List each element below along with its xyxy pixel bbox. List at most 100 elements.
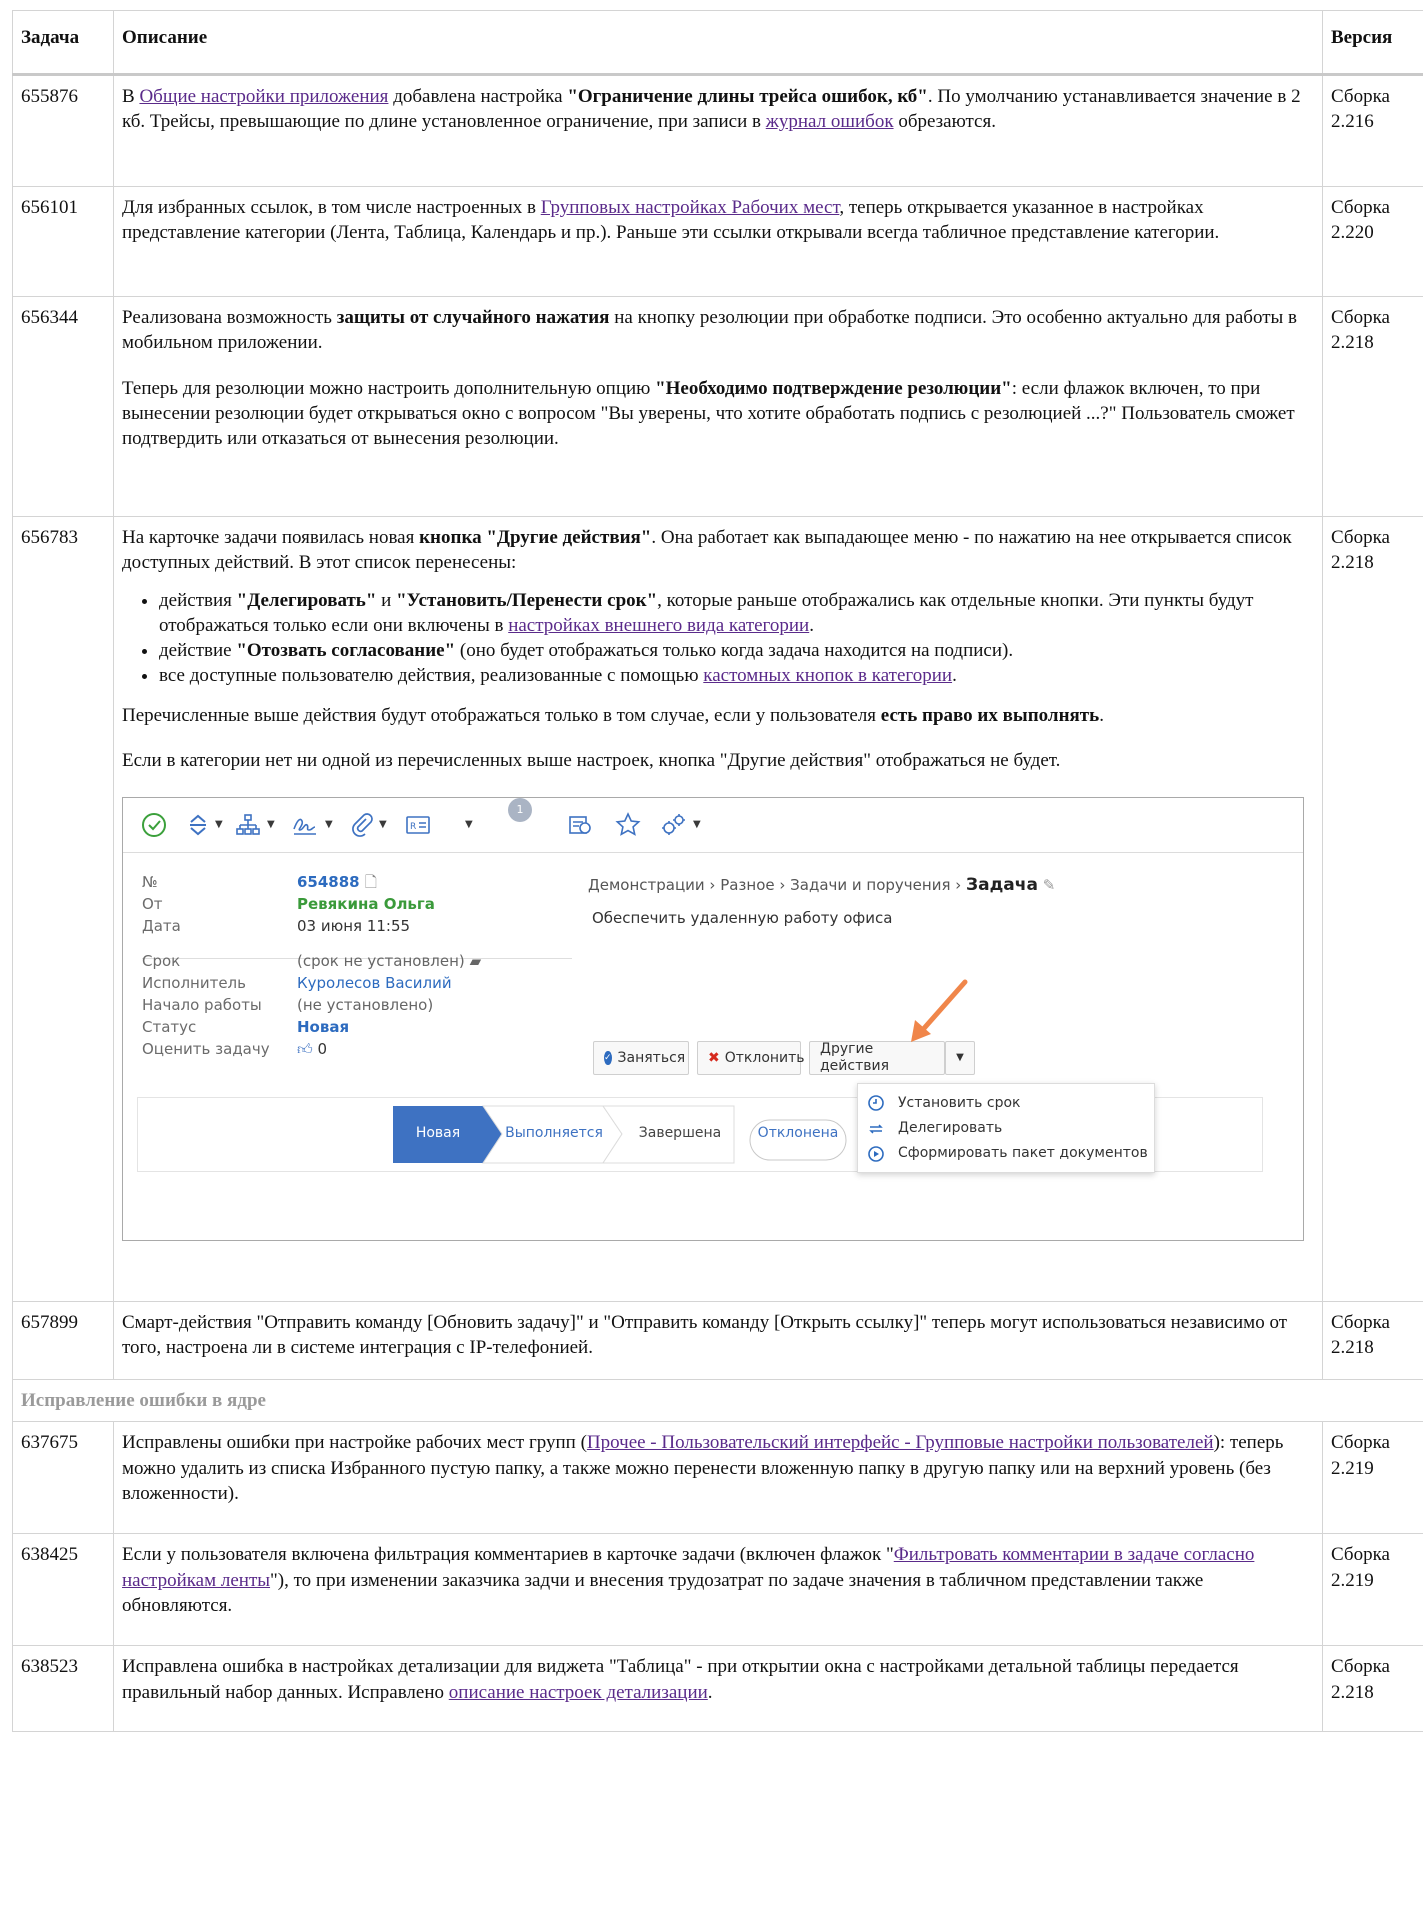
task-id: 657899 [12, 1301, 114, 1381]
table-row: 638523 Исправлена ошибка в настройках де… [12, 1645, 1423, 1733]
status-value: Новая [297, 1018, 350, 1037]
chevron-down-icon: ▼ [215, 819, 223, 831]
field-label: Оценить задачу [142, 1040, 270, 1059]
settings-gear-icon[interactable]: ▼ [659, 810, 701, 840]
edit-pencil-icon[interactable]: ✎ [1043, 876, 1056, 894]
release-notes-table: Задача Описание Версия 655876 В Общие на… [12, 10, 1423, 1733]
text: На карточке задачи появилась новая [122, 527, 420, 548]
text: Теперь для резолюции можно настроить доп… [122, 377, 656, 399]
section-row: Исправление ошибки в ядре [12, 1379, 1423, 1423]
list-item: все доступные пользователю действия, реа… [159, 663, 1314, 688]
menu-item-set-deadline[interactable]: Установить срок [898, 1095, 1021, 1112]
header-version: Версия [1322, 10, 1423, 76]
version: Сборка 2.218 [1322, 1301, 1423, 1381]
description: Исправлены ошибки при настройке рабочих … [113, 1421, 1323, 1535]
breadcrumb-path[interactable]: Демонстрации › Разное › Задачи и поручен… [588, 876, 961, 894]
text: действия [159, 589, 237, 611]
notification-badge: 1 [508, 798, 532, 823]
breadcrumb: Демонстрации › Разное › Задачи и поручен… [588, 875, 1055, 895]
text: действие [159, 640, 237, 662]
chevron-down-icon: ▼ [956, 1052, 964, 1064]
check-icon: ✓ [604, 1051, 612, 1066]
menu-item-delegate[interactable]: Делегировать [898, 1120, 1002, 1137]
x-icon: ✖ [708, 1049, 720, 1066]
task-number[interactable]: 654888 🗋 [297, 873, 377, 891]
text: и [376, 589, 397, 611]
version: Сборка 2.219 [1322, 1533, 1423, 1647]
app-settings-link[interactable]: Общие настройки приложения [139, 86, 388, 107]
text: добавлена настройка [388, 86, 568, 107]
version: Сборка 2.219 [1322, 1421, 1423, 1535]
task-id: 637675 [12, 1421, 114, 1535]
task-id: 638425 [12, 1533, 114, 1647]
deadline-text: (срок не установлен) [297, 952, 465, 971]
chevron-down-icon: ▼ [325, 819, 333, 831]
description: Реализована возможность защиты от случай… [113, 296, 1323, 517]
field-label: От [142, 895, 163, 914]
signature-icon[interactable]: ▼ [291, 810, 333, 840]
chevron-down-icon: ▼ [267, 819, 275, 831]
group-user-settings-link[interactable]: Прочее - Пользовательский интерфейс - Гр… [587, 1432, 1214, 1453]
bold-text: "Ограничение длины трейса ошибок, кб" [567, 86, 928, 107]
rating-value: 0 [317, 1040, 328, 1059]
bold-text: кнопка "Другие действия" [419, 527, 652, 548]
task-number-value: 654888 [297, 873, 360, 892]
version: Сборка 2.218 [1322, 296, 1423, 517]
stage-label: Завершена [638, 1125, 722, 1142]
field-label: Дата [142, 917, 181, 936]
task-card-screenshot: ▼ ▼ ▼ ▼ R ▼ 1 ▼ № 654888 🗋 От Ревякина О… [122, 797, 1304, 1242]
version: Сборка 2.218 [1322, 1645, 1423, 1733]
table-row: 655876 В Общие настройки приложения доба… [12, 74, 1423, 187]
take-button[interactable]: ✓ Заняться [593, 1041, 689, 1076]
executor-name[interactable]: Куролесов Василий [297, 974, 452, 992]
group-workspace-settings-link[interactable]: Групповых настройках Рабочих мест [541, 197, 840, 218]
field-label: Начало работы [142, 996, 262, 1015]
calendar-icon[interactable] [567, 810, 593, 840]
author-name[interactable]: Ревякина Ольга [297, 895, 435, 913]
star-icon[interactable] [615, 810, 641, 840]
description: Для избранных ссылок, в том числе настро… [113, 186, 1323, 297]
date-value: 03 июня 11:55 [297, 917, 411, 936]
menu-item-document-package[interactable]: Сформировать пакет документов [898, 1145, 1148, 1162]
bold-text: "Отозвать согласование" [236, 640, 456, 662]
table-row: 656344 Реализована возможность защиты от… [12, 296, 1423, 517]
text: "), то при изменении заказчика задчи и в… [122, 1569, 1204, 1616]
table-row: 637675 Исправлены ошибки при настройке р… [12, 1421, 1423, 1535]
text: . [707, 1681, 713, 1703]
chevron-down-icon: ▼ [379, 819, 387, 831]
hierarchy-icon[interactable]: ▼ [235, 810, 275, 840]
text: Реализована возможность [122, 307, 337, 328]
category-appearance-link[interactable]: настройках внешнего вида категории [508, 615, 809, 636]
detail-settings-link[interactable]: описание настроек детализации [449, 1682, 708, 1703]
section-title: Исправление ошибки в ядре [12, 1379, 1423, 1423]
error-log-link[interactable]: журнал ошибок [766, 111, 894, 132]
play-circle-icon [867, 1145, 885, 1163]
description: Исправлена ошибка в настройках детализац… [113, 1645, 1323, 1733]
text: . [809, 614, 814, 636]
svg-text:R: R [410, 822, 416, 832]
task-id: 656783 [12, 515, 114, 1303]
field-label: Исполнитель [142, 974, 246, 993]
text: . [952, 665, 957, 687]
complete-icon[interactable] [141, 810, 167, 840]
task-toolbar: ▼ ▼ ▼ ▼ R ▼ 1 ▼ [123, 798, 1303, 854]
task-id: 655876 [12, 74, 114, 187]
breadcrumb-current: Задача [966, 875, 1038, 896]
card-icon[interactable]: R ▼ [405, 810, 473, 840]
rating[interactable]: 👍︎ 0 [297, 1040, 327, 1058]
attachment-icon[interactable]: ▼ [351, 810, 387, 840]
priority-icon[interactable]: ▼ [187, 810, 223, 840]
text: все доступные пользователю действия, реа… [159, 665, 704, 687]
deadline-value: (срок не установлен) ▰ [297, 952, 481, 970]
custom-buttons-link[interactable]: кастомных кнопок в категории [703, 665, 952, 686]
description: Смарт-действия "Отправить команду [Обнов… [113, 1301, 1323, 1381]
text: В [122, 86, 140, 107]
take-label: Заняться [617, 1049, 686, 1066]
text: (оно будет отображаться только когда зад… [455, 640, 1014, 662]
reject-button[interactable]: ✖ Отклонить [697, 1041, 805, 1076]
task-id: 638523 [12, 1645, 114, 1733]
text: Если у пользователя включена фильтрация … [122, 1544, 894, 1566]
other-actions-menu: Установить срок Делегировать Сформироват… [857, 1083, 1155, 1174]
text: . [1099, 704, 1104, 726]
stage-label: Выполняется [505, 1125, 603, 1142]
